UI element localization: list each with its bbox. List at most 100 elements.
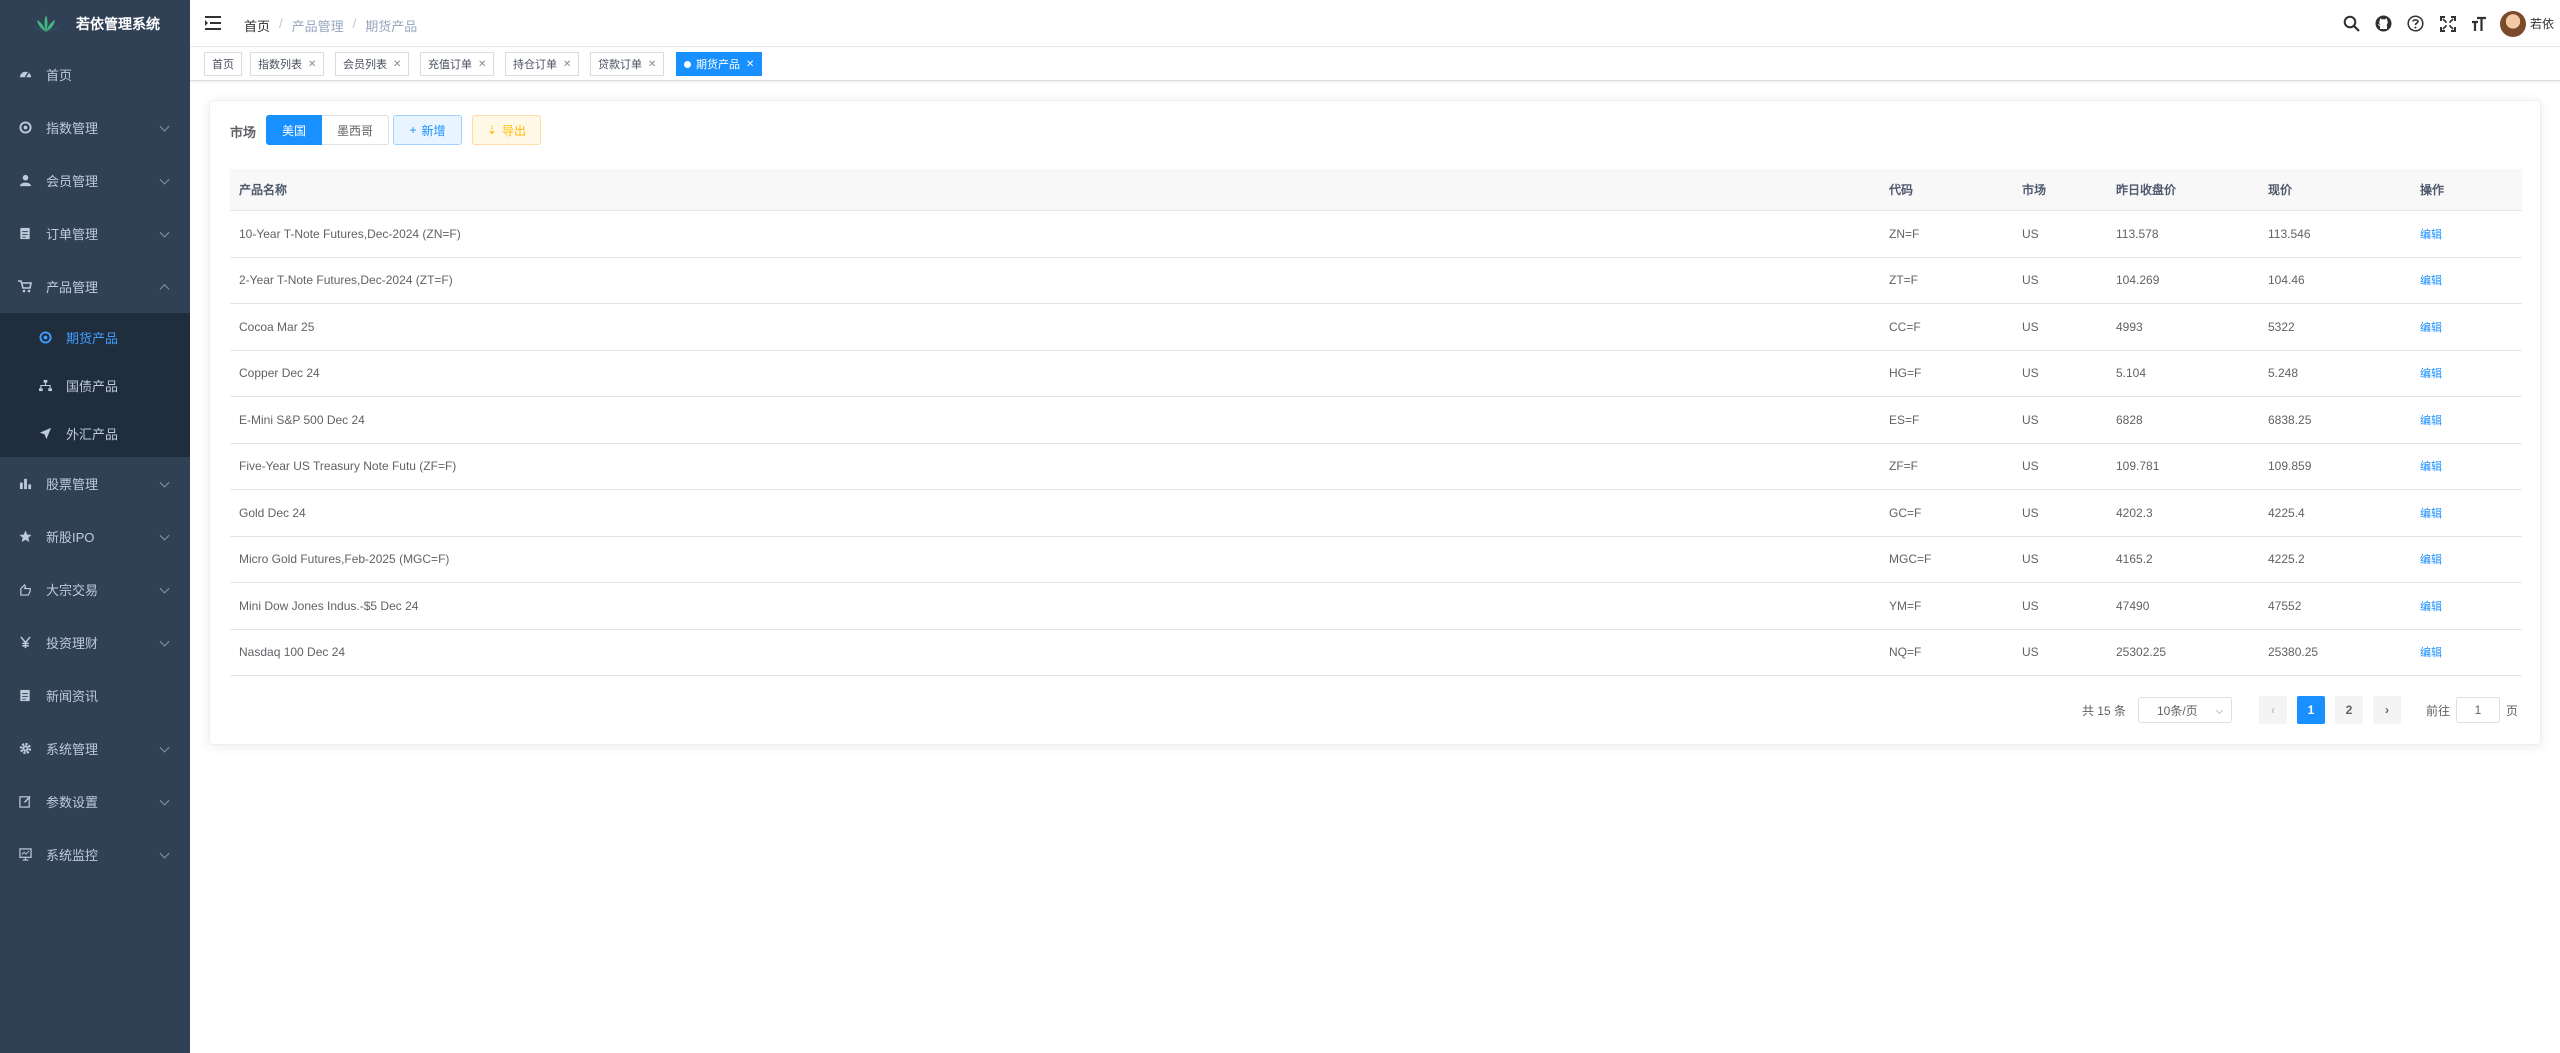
cell-name: E-Mini S&P 500 Dec 24 [239,412,365,427]
sidebar-item-products[interactable]: 产品管理 [0,260,190,313]
cell-actions: 编辑 [2411,458,2522,474]
sidebar-item-index[interactable]: 指数管理 [0,101,190,154]
tag-index-list[interactable]: 指数列表 ✕ [250,52,325,76]
tag-home[interactable]: 首页 [204,52,242,76]
sidebar-item-orders[interactable]: 订单管理 [0,207,190,260]
edit-link[interactable]: 编辑 [2420,461,2442,473]
cell-code: CC=F [1889,319,1921,334]
sidebar-item-home[interactable]: 首页 [0,48,190,101]
sidebar-item-system[interactable]: 系统管理 [0,722,190,775]
sidebar-item-futures[interactable]: 期货产品 [0,313,190,361]
breadcrumb-item: 期货产品 [365,19,418,34]
export-button[interactable]: ⇣ 导出 [472,115,541,145]
cell-code: HG=F [1889,366,1922,381]
tag-futures-products[interactable]: 期货产品 ✕ [676,52,763,76]
tag-position-orders[interactable]: 持仓订单 ✕ [505,52,580,76]
fullscreen-icon[interactable] [2432,0,2464,47]
table-row: Mini Dow Jones Indus.-$5 Dec 24 YM=F US 474… [230,583,2522,630]
column-header-name: 产品名称 [239,183,288,197]
hamburger-icon[interactable] [204,14,222,32]
table-row: 10-Year T-Note Futures,Dec-2024 (ZN=F) ZN… [230,211,2522,258]
table-header: 产品名称 代码 市场 昨日收盘价 现价 操作 [230,169,2522,211]
close-icon[interactable]: ✕ [648,59,656,70]
cell-name: Cocoa Mar 25 [239,319,315,334]
cell-price: 5322 [2268,319,2295,334]
cell-prev-close: 4165.2 [2116,552,2153,567]
table-row: Nasdaq 100 Dec 24 NQ=F US 25302.25 25380.25 编… [230,630,2522,676]
sidebar-item-investment[interactable]: 投资理财 [0,616,190,669]
sidebar-item-ipo[interactable]: 新股IPO [0,510,190,563]
page-button-1[interactable]: 1 [2296,696,2325,724]
cell-actions: 编辑 [2411,598,2522,614]
sidebar-item-label: 大宗交易 [46,583,99,598]
page-size-select[interactable]: 10条/页 [2137,697,2232,723]
goto-page-input[interactable] [2455,697,2500,723]
main-card: 市场 美国 墨西哥 + 新增 ⇣ 导出 产品名称 代码 市场 昨日收盘价 现价 … [209,100,2541,745]
news-icon [18,689,32,703]
cell-market: US [2022,226,2039,241]
user-name[interactable]: 若依 [2530,15,2554,32]
market-option-mexico[interactable]: 墨西哥 [322,115,390,145]
table-body: 10-Year T-Note Futures,Dec-2024 (ZN=F) ZN… [230,211,2522,676]
close-icon[interactable]: ✕ [746,59,754,70]
edit-link[interactable]: 编辑 [2420,368,2442,380]
tag-recharge-orders[interactable]: 充值订单 ✕ [420,52,495,76]
edit-link[interactable]: 编辑 [2420,647,2442,659]
tag-member-list[interactable]: 会员列表 ✕ [335,52,410,76]
sidebar-item-params[interactable]: 参数设置 [0,775,190,828]
cell-price: 109.859 [2268,459,2312,474]
logo[interactable]: 若依管理系统 [0,0,190,47]
prev-page-button[interactable]: ‹ [2258,696,2287,724]
chevron-down-icon [159,121,170,132]
cell-actions: 编辑 [2411,505,2522,521]
page-button-2[interactable]: 2 [2334,696,2363,724]
table-row: Gold Dec 24 GC=F US 4202.3 4225.4 编辑 [230,490,2522,537]
market-option-us[interactable]: 美国 [266,115,323,145]
cell-price: 4225.2 [2268,552,2305,567]
cell-name: Micro Gold Futures,Feb-2025 (MGC=F) [239,552,450,567]
sidebar-item-members[interactable]: 会员管理 [0,154,190,207]
cell-code: ZN=F [1889,226,1920,241]
help-icon[interactable] [2400,0,2432,47]
tag-label: 充值订单 [428,59,472,71]
edit-link[interactable]: 编辑 [2420,554,2442,566]
tag-label: 首页 [212,59,234,71]
edit-link[interactable]: 编辑 [2420,415,2442,427]
cell-prev-close: 113.578 [2116,226,2159,241]
edit-link[interactable]: 编辑 [2420,229,2442,241]
chevron-down-icon [159,636,170,647]
edit-link[interactable]: 编辑 [2420,601,2442,613]
products-submenu: 期货产品 国债产品 外汇产品 [0,313,190,457]
close-icon[interactable]: ✕ [563,59,571,70]
sidebar-item-forex[interactable]: 外汇产品 [0,409,190,457]
sidebar-item-block-trade[interactable]: 大宗交易 [0,563,190,616]
edit-link[interactable]: 编辑 [2420,322,2442,334]
close-icon[interactable]: ✕ [393,59,401,70]
sidebar-item-monitor[interactable]: 系统监控 [0,828,190,881]
edit-link[interactable]: 编辑 [2420,508,2442,520]
cell-price: 47552 [2268,598,2302,613]
cell-code: GC=F [1889,505,1922,520]
add-button-label: 新增 [421,123,446,138]
next-page-button[interactable]: › [2372,696,2401,724]
sidebar-item-news[interactable]: 新闻资讯 [0,669,190,722]
edit-link[interactable]: 编辑 [2420,275,2442,287]
sidebar-item-label: 订单管理 [46,227,99,242]
settings-gear-icon [18,121,32,135]
tag-loan-orders[interactable]: 贷款订单 ✕ [590,52,665,76]
close-icon[interactable]: ✕ [478,59,486,70]
sidebar-item-bonds[interactable]: 国债产品 [0,361,190,409]
font-size-icon[interactable] [2464,0,2496,47]
search-icon[interactable] [2336,0,2368,47]
cell-actions: 编辑 [2411,319,2522,335]
github-icon[interactable] [2368,0,2400,47]
breadcrumb-home[interactable]: 首页 [244,16,270,35]
avatar[interactable] [2499,10,2526,37]
close-icon[interactable]: ✕ [308,59,316,70]
yen-icon [18,636,32,650]
chevron-down-icon [159,795,170,806]
add-button[interactable]: + 新增 [393,115,462,145]
market-segmented-control: 美国 墨西哥 [266,115,390,145]
sidebar-item-stocks[interactable]: 股票管理 [0,457,190,510]
sidebar-item-label: 新闻资讯 [46,689,99,704]
